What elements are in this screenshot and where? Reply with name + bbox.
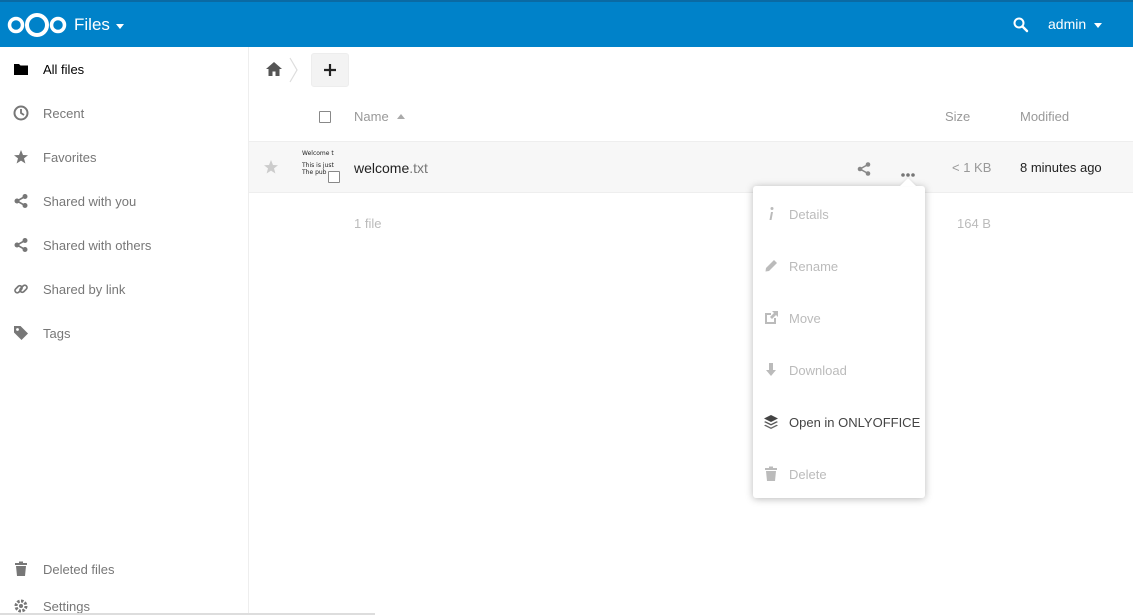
user-name: admin: [1048, 16, 1087, 32]
sidebar-item-label: Deleted files: [43, 561, 115, 577]
sidebar-item-label: Settings: [43, 598, 90, 614]
sidebar-item-label: All files: [43, 61, 85, 77]
app-menu-toggle[interactable]: Files: [74, 15, 124, 35]
file-name-extension: .txt: [409, 160, 428, 176]
share-icon[interactable]: [856, 161, 872, 180]
menu-item-download[interactable]: Download: [753, 344, 925, 396]
column-header-name: Name: [354, 109, 389, 124]
row-checkbox[interactable]: [328, 171, 340, 183]
sidebar-item-label: Shared by link: [43, 281, 126, 297]
trash-icon: [13, 561, 29, 577]
info-icon: [763, 206, 779, 222]
link-icon: [13, 281, 29, 297]
column-header-size[interactable]: Size: [945, 109, 970, 124]
tag-icon: [13, 325, 29, 341]
favorite-star-icon[interactable]: [263, 159, 279, 178]
sidebar-item-shared-with-you[interactable]: Shared with you: [0, 179, 248, 223]
app-title: Files: [74, 15, 110, 34]
share-icon: [13, 193, 29, 209]
home-icon[interactable]: [265, 61, 283, 80]
sort-ascending-icon: [396, 114, 405, 119]
download-arrow-icon: [763, 362, 779, 378]
clock-icon: [13, 105, 29, 121]
file-name-base: welcome: [354, 160, 410, 176]
summary-total-size: 164 B: [957, 216, 991, 231]
external-move-icon: [763, 310, 779, 326]
popover-arrow: [900, 178, 916, 186]
menu-item-details[interactable]: Details: [753, 188, 925, 240]
sidebar-item-shared-by-link[interactable]: Shared by link: [0, 267, 248, 311]
sidebar-item-label: Recent: [43, 105, 85, 121]
sidebar-item-deleted-files[interactable]: Deleted files: [0, 547, 248, 591]
table-row[interactable]: Welcome t This is just The pub welcome.t…: [249, 141, 1133, 193]
folder-icon: [13, 61, 29, 77]
share-icon: [13, 237, 29, 253]
select-all-checkbox[interactable]: [319, 111, 331, 123]
sidebar-item-label: Shared with others: [43, 237, 152, 253]
sidebar-item-shared-with-others[interactable]: Shared with others: [0, 223, 248, 267]
sidebar-item-recent[interactable]: Recent: [0, 91, 248, 135]
onlyoffice-layers-icon: [763, 414, 779, 430]
caret-down-icon: [1094, 22, 1103, 28]
settings-strip: Settings: [0, 598, 375, 615]
breadcrumb-separator-icon: [289, 57, 299, 86]
menu-item-label: Move: [789, 310, 821, 326]
thumbnail-text: This is just: [302, 162, 334, 169]
sidebar-item-settings[interactable]: Settings: [0, 598, 375, 614]
menu-item-label: Details: [789, 206, 829, 222]
controls-bar: [249, 47, 1133, 91]
thumbnail-text: Welcome t: [302, 150, 334, 157]
pencil-icon: [763, 258, 779, 274]
plus-icon: [324, 64, 336, 76]
gear-icon: [13, 598, 29, 613]
caret-down-icon: [115, 23, 124, 29]
menu-item-label: Open in ONLYOFFICE: [789, 414, 921, 430]
top-header: Files admin: [0, 0, 1133, 47]
sidebar-item-label: Tags: [43, 325, 71, 341]
new-file-button[interactable]: [311, 53, 349, 87]
file-list-header: Name Size Modified: [249, 91, 1133, 141]
sidebar-item-tags[interactable]: Tags: [0, 311, 248, 355]
menu-item-rename[interactable]: Rename: [753, 240, 925, 292]
sidebar-item-all-files[interactable]: All files: [0, 47, 248, 91]
search-icon[interactable]: [1013, 17, 1029, 36]
sort-by-name[interactable]: Name: [354, 109, 405, 124]
star-icon: [13, 149, 29, 165]
menu-item-label: Rename: [789, 258, 839, 274]
menu-item-open-in-onlyoffice[interactable]: Open in ONLYOFFICE: [753, 396, 925, 448]
sidebar-item-favorites[interactable]: Favorites: [0, 135, 248, 179]
app-navigation: All files Recent Favorites Shared with y…: [0, 47, 249, 615]
nextcloud-logo-icon[interactable]: [7, 12, 67, 41]
sidebar-item-label: Favorites: [43, 149, 97, 165]
file-modified: 8 minutes ago: [1020, 160, 1102, 175]
sidebar-item-label: Shared with you: [43, 193, 137, 209]
file-size: < 1 KB: [952, 160, 992, 175]
menu-item-label: Download: [789, 362, 847, 378]
file-actions-menu: Details Rename Move Download Open in ONL…: [753, 178, 925, 500]
menu-item-move[interactable]: Move: [753, 292, 925, 344]
summary-file-count: 1 file: [354, 216, 382, 231]
file-name-link[interactable]: welcome.txt: [354, 160, 428, 176]
column-header-modified[interactable]: Modified: [1020, 109, 1069, 124]
trash-icon: [763, 466, 779, 482]
menu-item-delete[interactable]: Delete: [753, 448, 925, 500]
menu-item-label: Delete: [789, 466, 827, 482]
user-menu[interactable]: admin: [1048, 16, 1103, 32]
